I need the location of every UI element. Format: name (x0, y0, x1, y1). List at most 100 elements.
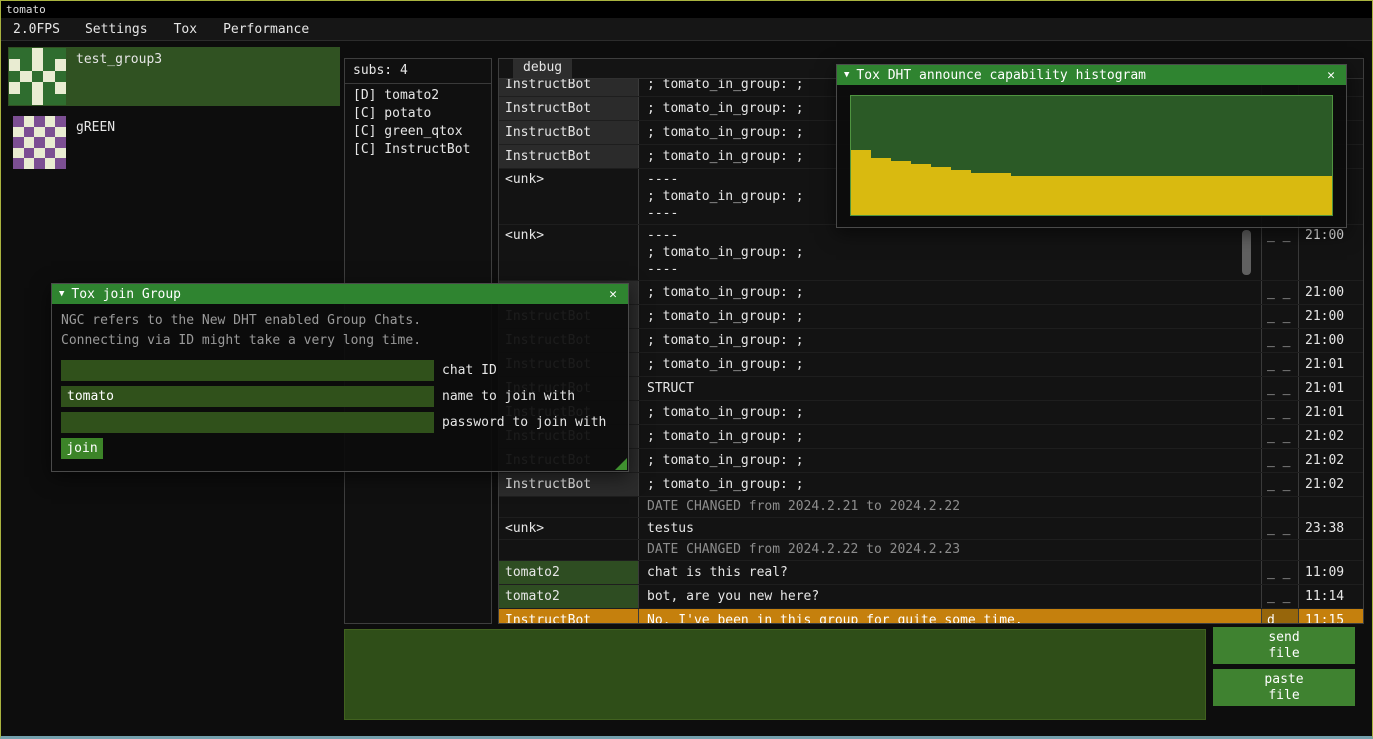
histogram-bar (1232, 176, 1252, 215)
join-name-label: name to join with (442, 389, 575, 404)
join-button[interactable]: join (61, 438, 103, 459)
close-icon[interactable]: ✕ (605, 287, 621, 302)
timestamp: 11:09 (1299, 561, 1363, 584)
histogram-bar (1072, 176, 1092, 215)
message-text: ; tomato_in_group: ; (639, 425, 1262, 448)
histogram-plot-area[interactable] (850, 95, 1333, 216)
app-window: tomato 2.0FPS Settings Tox Performance t… (0, 0, 1373, 739)
timestamp: 11:14 (1299, 585, 1363, 608)
chat-message-row[interactable]: <unk>---- ; tomato_in_group: ; ----_ _21… (499, 225, 1363, 281)
histogram-window: ▼ Tox DHT announce capability histogram … (836, 64, 1347, 228)
member-item[interactable]: [C] green_qtox (345, 123, 491, 141)
main-content: test_group3gREEN subs: 4 [D] tomato2[C] … (2, 42, 1371, 733)
join-password-input[interactable] (61, 412, 434, 433)
chat-message-row[interactable]: <unk>testus_ _23:38 (499, 518, 1363, 540)
timestamp: 21:01 (1299, 353, 1363, 376)
histogram-bar (1172, 176, 1192, 215)
sidebar-group-test_group3[interactable]: test_group3 (8, 47, 340, 106)
date-changed-row[interactable]: DATE CHANGED from 2024.2.21 to 2024.2.22 (499, 497, 1363, 518)
histogram-bar (1272, 176, 1292, 215)
join-group-titlebar[interactable]: ▼ Tox join Group ✕ (52, 284, 628, 304)
delivery-status: _ _ (1262, 561, 1299, 584)
message-text: ---- ; tomato_in_group: ; ---- (639, 225, 1262, 280)
sender-name: <unk> (499, 169, 639, 224)
timestamp: 11:15 (1299, 609, 1363, 623)
delivery-status: _ _ (1262, 353, 1299, 376)
message-text: DATE CHANGED from 2024.2.21 to 2024.2.22 (639, 497, 1262, 517)
group-avatar (9, 48, 66, 105)
timestamp: 21:02 (1299, 425, 1363, 448)
group-avatar (13, 116, 66, 169)
date-changed-row[interactable]: DATE CHANGED from 2024.2.22 to 2024.2.23 (499, 540, 1363, 561)
delivery-status: _ _ (1262, 473, 1299, 496)
os-titlebar[interactable]: tomato (1, 1, 1372, 18)
histogram-bar (1312, 176, 1332, 215)
member-item[interactable]: [C] InstructBot (345, 141, 491, 159)
histogram-bar (1112, 176, 1132, 215)
chat-message-row[interactable]: InstructBotNo, I've been in this group f… (499, 609, 1363, 623)
sender-name: InstructBot (499, 609, 639, 623)
collapse-arrow-icon[interactable]: ▼ (844, 70, 849, 80)
chat-message-row[interactable]: InstructBot; tomato_in_group: ;_ _21:02 (499, 473, 1363, 497)
message-text: No, I've been in this group for quite so… (639, 609, 1262, 623)
histogram-bar (891, 161, 911, 215)
histogram-bar (911, 164, 931, 215)
chat-message-row[interactable]: tomato2chat is this real?_ _11:09 (499, 561, 1363, 585)
timestamp: 21:00 (1299, 305, 1363, 328)
histogram-bar (931, 167, 951, 215)
menu-tox[interactable]: Tox (161, 22, 210, 37)
member-item[interactable]: [C] potato (345, 105, 491, 123)
timestamp: 21:02 (1299, 473, 1363, 496)
histogram-bar (1132, 176, 1152, 215)
delivery-status: _ _ (1262, 281, 1299, 304)
histogram-bar (951, 170, 971, 215)
message-text: DATE CHANGED from 2024.2.22 to 2024.2.23 (639, 540, 1262, 560)
window-title: tomato (6, 3, 46, 16)
timestamp: 23:38 (1299, 518, 1363, 539)
histogram-body (837, 85, 1346, 227)
message-text: ; tomato_in_group: ; (639, 281, 1262, 304)
delivery-status: _ _ (1262, 518, 1299, 539)
collapse-arrow-icon[interactable]: ▼ (59, 289, 64, 299)
sender-name: InstructBot (499, 79, 639, 96)
sender-name: InstructBot (499, 97, 639, 120)
histogram-titlebar[interactable]: ▼ Tox DHT announce capability histogram … (837, 65, 1346, 85)
message-input[interactable] (344, 629, 1206, 720)
sender-name: InstructBot (499, 145, 639, 168)
delivery-status: _ _ (1262, 401, 1299, 424)
timestamp: 21:00 (1299, 281, 1363, 304)
chat-id-input[interactable] (61, 360, 434, 381)
delivery-status (1262, 497, 1299, 517)
sender-name: InstructBot (499, 473, 639, 496)
timestamp: 21:01 (1299, 377, 1363, 400)
delivery-status: _ _ (1262, 377, 1299, 400)
resize-grip-icon[interactable] (615, 458, 627, 470)
chat-message-row[interactable]: tomato2bot, are you new here?_ _11:14 (499, 585, 1363, 609)
histogram-bar (1011, 176, 1031, 215)
group-name: test_group3 (76, 48, 162, 105)
delivery-status: d (1262, 609, 1299, 623)
join-group-body: NGC refers to the New DHT enabled Group … (52, 304, 628, 466)
join-name-input[interactable] (61, 386, 434, 407)
chat-id-label: chat ID (442, 363, 497, 378)
tab-debug[interactable]: debug (513, 59, 572, 78)
chat-id-field-row: chat ID (61, 360, 619, 381)
join-password-label: password to join with (442, 415, 606, 430)
histogram-bar (1292, 176, 1312, 215)
message-text: bot, are you new here? (639, 585, 1262, 608)
sidebar-group-gREEN[interactable]: gREEN (8, 115, 340, 174)
sender-name: tomato2 (499, 561, 639, 584)
menu-performance[interactable]: Performance (210, 22, 322, 37)
histogram-bar (1252, 176, 1272, 215)
send-file-button[interactable]: send file (1213, 627, 1355, 664)
sender-name (499, 497, 639, 517)
chat-scrollbar-thumb[interactable] (1242, 230, 1251, 275)
menu-settings[interactable]: Settings (72, 22, 161, 37)
message-text: ; tomato_in_group: ; (639, 449, 1262, 472)
member-item[interactable]: [D] tomato2 (345, 87, 491, 105)
members-header: subs: 4 (345, 59, 491, 84)
delivery-status: _ _ (1262, 225, 1299, 280)
close-icon[interactable]: ✕ (1323, 68, 1339, 83)
histogram-bar (1152, 176, 1172, 215)
paste-file-button[interactable]: paste file (1213, 669, 1355, 706)
